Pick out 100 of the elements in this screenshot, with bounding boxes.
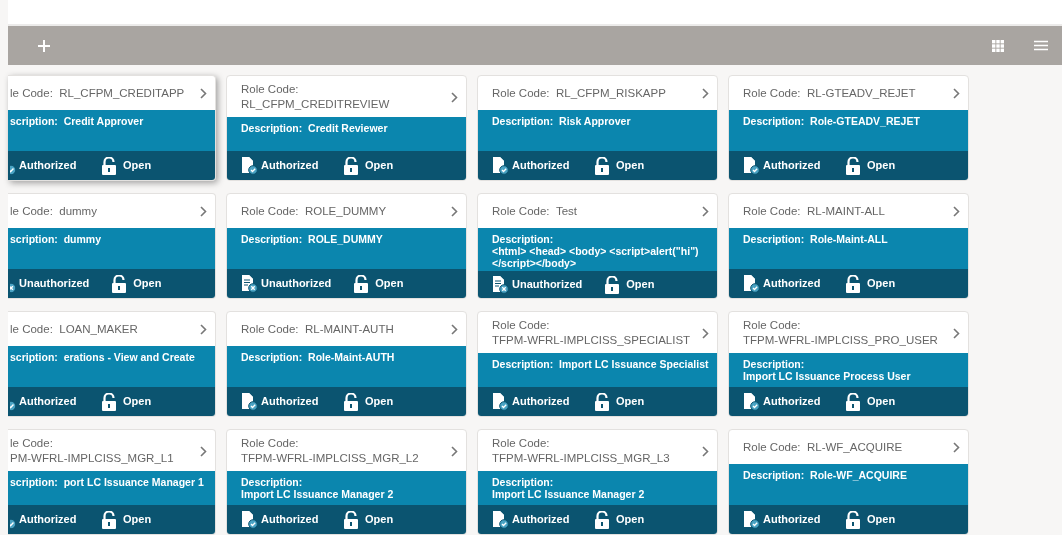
- status-text: Unauthorized: [512, 277, 583, 293]
- description-text: ROLE_DUMMY: [308, 233, 383, 245]
- role-card[interactable]: le Code: RL_CFPM_CREDITAPP scription: Credit Approver Authorized Open: [8, 75, 216, 181]
- role-card[interactable]: Role Code: TFPM-WFRL-IMPLCISS_SPECIALIST Description: Import LC Issuance Specialist Authorized Open: [477, 311, 718, 417]
- lock-status-text: Open: [365, 158, 394, 174]
- description-text: Import LC Issuance Manager 2: [241, 488, 394, 500]
- role-card[interactable]: Role Code: TFPM-WFRL-IMPLCISS_MGR_L2 Description: Import LC Issuance Manager 2 Authorized Open: [226, 429, 467, 535]
- status-text: Authorized: [19, 394, 78, 410]
- role-card[interactable]: Role Code: RL-MAINT-AUTH Description: Role-Maint-AUTH Authorized Open: [226, 311, 467, 417]
- role-code: PM-WFRL-IMPLCISS_MGR_L1: [10, 451, 174, 466]
- description-text: Role-WF_ACQUIRE: [810, 469, 907, 481]
- description-text: Role-GTEADV_REJET: [810, 115, 920, 127]
- status-text: Authorized: [763, 512, 822, 528]
- chevron-right-icon[interactable]: [702, 327, 709, 339]
- chevron-right-icon[interactable]: [953, 88, 960, 99]
- description-text: erations - View and Create: [63, 351, 195, 363]
- description-label: Description:: [743, 469, 805, 481]
- status-text: Authorized: [763, 276, 822, 292]
- description-text: Credit Reviewer: [308, 122, 388, 134]
- description-text: Import LC Issuance Specialist: [559, 358, 709, 370]
- chevron-right-icon[interactable]: [702, 88, 709, 99]
- lock-status-text: Open: [123, 158, 152, 174]
- role-card[interactable]: le Code: LOAN_MAKER scription: erations - View and Create Authorized Open: [8, 311, 216, 417]
- lock-status-text: Open: [616, 512, 645, 528]
- chevron-right-icon[interactable]: [451, 206, 458, 217]
- role-card[interactable]: Role Code: RL-WF_ACQUIRE Description: Role-WF_ACQUIRE Authorized Open: [728, 429, 969, 535]
- lock-status-text: Open: [365, 512, 394, 528]
- lock-status-text: Open: [867, 394, 896, 410]
- role-code: RL-WF_ACQUIRE: [806, 440, 903, 455]
- role-card[interactable]: le Code: dummy scription: dummy Unauthorized Open: [8, 193, 216, 299]
- status-text: Authorized: [19, 158, 78, 174]
- lock-status-text: Open: [375, 276, 404, 292]
- role-code-label: Role Code:: [241, 437, 299, 449]
- list-view-icon[interactable]: [1034, 40, 1048, 51]
- lock-status-text: Open: [123, 394, 152, 410]
- status-text: Authorized: [512, 158, 571, 174]
- role-code: Test: [555, 204, 578, 219]
- description-label: Description:: [241, 233, 303, 245]
- status-text: Authorized: [261, 394, 320, 410]
- role-code-label: Role Code:: [492, 87, 550, 99]
- role-code: TFPM-WFRL-IMPLCISS_PRO_USER: [743, 333, 938, 348]
- chevron-right-icon[interactable]: [953, 327, 960, 339]
- description-label: scription:: [10, 233, 58, 245]
- lock-status-text: Open: [867, 158, 896, 174]
- grid-view-icon[interactable]: [992, 39, 1004, 52]
- status-text: Unauthorized: [19, 276, 90, 292]
- description-text: Import LC Issuance Manager 2: [492, 488, 645, 500]
- add-icon[interactable]: [38, 39, 50, 52]
- chevron-right-icon[interactable]: [200, 324, 207, 335]
- status-text: Authorized: [512, 394, 571, 410]
- description-label: Description:: [492, 358, 554, 370]
- chevron-right-icon[interactable]: [702, 206, 709, 217]
- role-code: dummy: [59, 204, 97, 219]
- role-code-label: Role Code:: [492, 437, 550, 449]
- role-code: TFPM-WFRL-IMPLCISS_MGR_L2: [241, 451, 419, 466]
- role-card[interactable]: Role Code: TFPM-WFRL-IMPLCISS_MGR_L3 Description: Import LC Issuance Manager 2 Authorized Open: [477, 429, 718, 535]
- description-label: scription:: [10, 476, 58, 488]
- chevron-right-icon[interactable]: [200, 206, 207, 217]
- role-code: RL-GTEADV_REJET: [806, 86, 916, 101]
- role-card[interactable]: Role Code: RL-GTEADV_REJET Description: Role-GTEADV_REJET Authorized Open: [728, 75, 969, 181]
- chevron-right-icon[interactable]: [200, 445, 207, 457]
- lock-status-text: Open: [365, 394, 394, 410]
- lock-status-text: Open: [626, 277, 655, 293]
- lock-status-text: Open: [616, 394, 645, 410]
- chevron-right-icon[interactable]: [451, 91, 458, 103]
- role-card[interactable]: Role Code: Test Description: <html> <head> <body> <script>alert("hi")</script></body> Unauthorized Open: [477, 193, 718, 299]
- role-code-label: le Code:: [10, 437, 53, 449]
- lock-status-text: Open: [123, 512, 152, 528]
- role-code-label: le Code:: [10, 205, 53, 217]
- chevron-right-icon[interactable]: [953, 206, 960, 217]
- description-label: Description:: [492, 115, 554, 127]
- role-code-label: le Code:: [10, 87, 53, 99]
- role-card[interactable]: Role Code: RL_CFPM_RISKAPP Description: Risk Approver Authorized Open: [477, 75, 718, 181]
- description-label: scription:: [10, 351, 58, 363]
- description-text: Role-Maint-AUTH: [308, 351, 395, 363]
- chevron-right-icon[interactable]: [451, 324, 458, 335]
- chevron-right-icon[interactable]: [200, 88, 207, 99]
- role-code-label: Role Code:: [743, 319, 801, 331]
- description-label: Description:: [492, 233, 554, 245]
- role-code-label: Role Code:: [743, 441, 801, 453]
- status-text: Unauthorized: [261, 276, 332, 292]
- role-code: RL_CFPM_RISKAPP: [555, 86, 666, 101]
- role-code: TFPM-WFRL-IMPLCISS_MGR_L3: [492, 451, 670, 466]
- description-label: Description:: [241, 351, 303, 363]
- role-code: ROLE_DUMMY: [304, 204, 387, 219]
- chevron-right-icon[interactable]: [953, 442, 960, 453]
- role-code-label: Role Code:: [241, 323, 299, 335]
- chevron-right-icon[interactable]: [451, 445, 458, 457]
- description-label: Description:: [743, 233, 805, 245]
- role-card[interactable]: Role Code: TFPM-WFRL-IMPLCISS_PRO_USER Description: Import LC Issuance Process User Authorized Open: [728, 311, 969, 417]
- description-label: Description:: [743, 115, 805, 127]
- role-card[interactable]: Role Code: ROLE_DUMMY Description: ROLE_DUMMY Unauthorized Open: [226, 193, 467, 299]
- role-code: TFPM-WFRL-IMPLCISS_SPECIALIST: [492, 333, 691, 348]
- role-card[interactable]: Role Code: RL-MAINT-ALL Description: Role-Maint-ALL Authorized Open: [728, 193, 969, 299]
- role-code: RL-MAINT-ALL: [806, 204, 885, 219]
- lock-status-text: Open: [867, 276, 896, 292]
- role-card[interactable]: Role Code: RL_CFPM_CREDITREVIEW Description: Credit Reviewer Authorized Open: [226, 75, 467, 181]
- chevron-right-icon[interactable]: [702, 445, 709, 457]
- status-text: Authorized: [512, 512, 571, 528]
- role-card[interactable]: le Code: PM-WFRL-IMPLCISS_MGR_L1 scription: port LC Issuance Manager 1 Authorized Open: [8, 429, 216, 535]
